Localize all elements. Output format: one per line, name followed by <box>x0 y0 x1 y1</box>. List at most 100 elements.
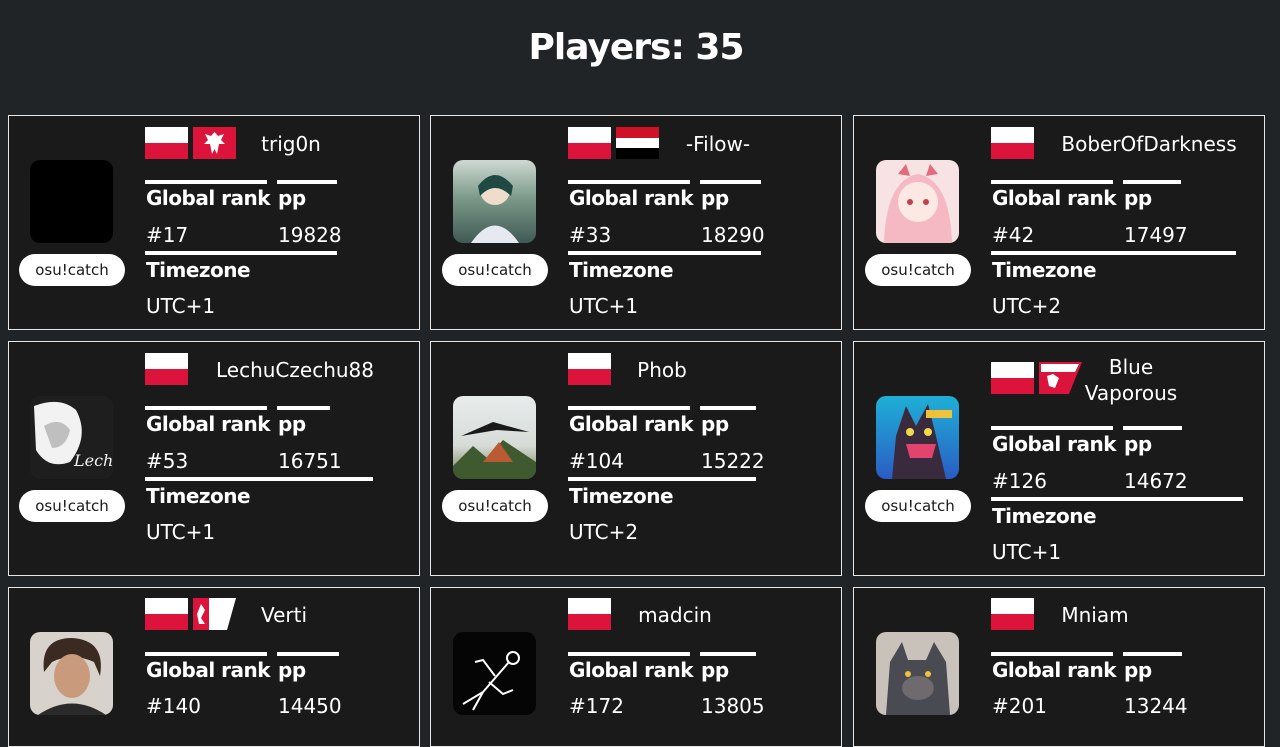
mode-button[interactable]: osu!catch <box>865 490 971 522</box>
divider <box>568 180 690 184</box>
poland-flag-icon <box>991 127 1034 159</box>
global-rank-label: Global rank <box>146 186 271 210</box>
poland-flag-icon <box>991 362 1034 394</box>
player-card: Lechu osu!catch LechuCzechu88 Global ran… <box>8 341 420 576</box>
poland-flag-icon <box>568 127 611 159</box>
pp-label: pp <box>701 412 729 436</box>
divider <box>145 251 337 255</box>
timezone-label: Timezone <box>146 484 251 508</box>
avatar[interactable] <box>453 396 536 479</box>
divider <box>145 652 267 656</box>
pp-value: 17497 <box>1124 223 1188 247</box>
global-rank-value: #17 <box>146 223 189 247</box>
divider <box>1123 652 1182 656</box>
divider <box>277 406 330 410</box>
timezone-label: Timezone <box>569 484 674 508</box>
global-rank-label: Global rank <box>146 658 271 682</box>
pp-label: pp <box>1124 186 1152 210</box>
timezone-value: UTC+1 <box>992 540 1062 564</box>
player-card: Verti Global rank pp #140 14450 <box>8 587 420 747</box>
timezone-value: UTC+2 <box>992 294 1062 318</box>
pp-value: 13805 <box>701 694 765 718</box>
global-rank-label: Global rank <box>992 658 1117 682</box>
divider <box>1123 426 1182 430</box>
pp-label: pp <box>701 658 729 682</box>
avatar[interactable] <box>30 160 113 243</box>
pp-value: 15222 <box>701 449 765 473</box>
timezone-label: Timezone <box>992 258 1097 282</box>
mode-button[interactable]: osu!catch <box>19 490 125 522</box>
timezone-value: UTC+1 <box>569 294 639 318</box>
divider <box>145 180 267 184</box>
username[interactable]: BoberOfDarkness <box>1050 131 1248 157</box>
pp-label: pp <box>278 186 306 210</box>
poland-flag-icon <box>568 353 611 385</box>
global-rank-value: #33 <box>569 223 612 247</box>
mode-button[interactable]: osu!catch <box>442 490 548 522</box>
pp-label: pp <box>1124 432 1152 456</box>
pp-label: pp <box>278 412 306 436</box>
avatar[interactable] <box>453 160 536 243</box>
pp-value: 16751 <box>278 449 342 473</box>
mode-button[interactable]: osu!catch <box>442 254 548 286</box>
divider <box>145 477 373 481</box>
mode-button[interactable]: osu!catch <box>865 254 971 286</box>
username[interactable]: Mniam <box>1050 602 1140 628</box>
global-rank-value: #53 <box>146 449 189 473</box>
global-rank-value: #126 <box>992 469 1047 493</box>
divider <box>145 406 267 410</box>
username[interactable]: LechuCzechu88 <box>205 357 385 383</box>
player-card: osu!catch Blue Vaporous Global rank pp #… <box>853 341 1265 576</box>
username[interactable]: Phob <box>627 357 697 383</box>
global-rank-label: Global rank <box>992 432 1117 456</box>
divider <box>991 180 1113 184</box>
player-card: Mniam Global rank pp #201 13244 <box>853 587 1265 747</box>
player-card: madcin Global rank pp #172 13805 <box>430 587 842 747</box>
svg-text:Lechu: Lechu <box>73 451 113 470</box>
global-rank-label: Global rank <box>569 412 694 436</box>
divider <box>568 652 690 656</box>
avatar[interactable] <box>453 632 536 715</box>
divider <box>277 180 337 184</box>
pp-label: pp <box>278 658 306 682</box>
avatar[interactable] <box>876 632 959 715</box>
player-card: osu!catch Phob Global rank pp #104 15222… <box>430 341 842 576</box>
divider <box>568 251 761 255</box>
global-rank-label: Global rank <box>992 186 1117 210</box>
poland-flag-icon <box>145 353 188 385</box>
avatar[interactable] <box>30 632 113 715</box>
username[interactable]: madcin <box>627 602 723 628</box>
global-rank-label: Global rank <box>569 186 694 210</box>
username[interactable]: trig0n <box>241 131 341 157</box>
divider <box>700 406 756 410</box>
timezone-label: Timezone <box>146 258 251 282</box>
avatar[interactable] <box>876 396 959 479</box>
poland-flag-icon <box>568 598 611 630</box>
pp-value: 18290 <box>701 223 765 247</box>
username[interactable]: -Filow- <box>668 131 768 157</box>
pp-value: 19828 <box>278 223 342 247</box>
player-card: osu!catch -Filow- Global rank pp #33 182… <box>430 115 842 330</box>
pp-value: 13244 <box>1124 694 1188 718</box>
timezone-label: Timezone <box>992 504 1097 528</box>
divider <box>991 652 1113 656</box>
pp-label: pp <box>1124 658 1152 682</box>
poland-flag-icon <box>145 598 188 630</box>
poland-flag-icon <box>991 598 1034 630</box>
avatar[interactable] <box>876 160 959 243</box>
divider <box>277 652 339 656</box>
global-rank-value: #172 <box>569 694 624 718</box>
pp-value: 14672 <box>1124 469 1188 493</box>
pp-label: pp <box>701 186 729 210</box>
timezone-label: Timezone <box>569 258 674 282</box>
timezone-value: UTC+2 <box>569 520 639 544</box>
avatar[interactable]: Lechu <box>30 396 113 479</box>
mode-button[interactable]: osu!catch <box>19 254 125 286</box>
global-rank-value: #140 <box>146 694 201 718</box>
pp-value: 14450 <box>278 694 342 718</box>
username[interactable]: Blue Vaporous <box>1076 354 1186 406</box>
divider <box>991 251 1236 255</box>
username[interactable]: Verti <box>249 602 319 628</box>
divider <box>991 497 1243 501</box>
timezone-value: UTC+1 <box>146 294 216 318</box>
